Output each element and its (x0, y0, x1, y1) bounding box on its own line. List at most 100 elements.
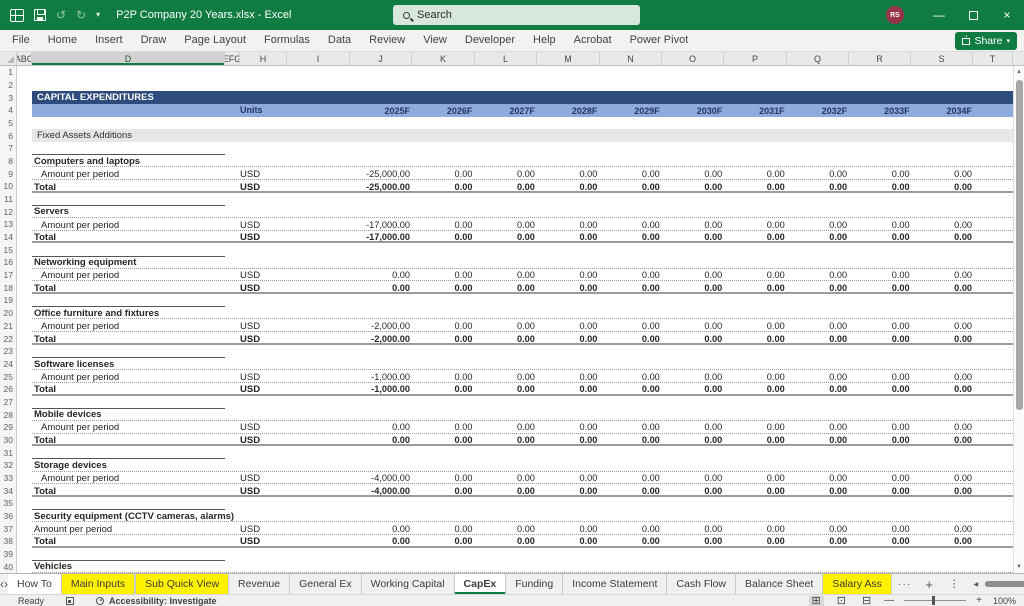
page-layout-view-icon[interactable]: ⊡ (834, 595, 849, 606)
value-cell[interactable]: -4,000.00 (350, 486, 410, 496)
value-cell[interactable]: 0.00 (600, 422, 660, 432)
value-cell[interactable]: 0.00 (600, 536, 660, 546)
value-cell[interactable]: 0.00 (912, 334, 972, 344)
sheet-tab-income-statement[interactable]: Income Statement (563, 574, 668, 594)
vertical-scroll-thumb[interactable] (1015, 80, 1023, 410)
value-cell[interactable]: 0.00 (912, 232, 972, 242)
value-cell[interactable]: 0.00 (412, 232, 473, 242)
total-row[interactable]: Total USD -4,000.00 0.00 0.00 0.00 0.00 0.00 0.0… (32, 484, 1013, 497)
value-cell[interactable]: 0.00 (725, 283, 785, 293)
value-cell[interactable]: 0.00 (662, 321, 722, 331)
value-cell[interactable]: 0.00 (912, 283, 972, 293)
year-header-2025f[interactable]: 2025F (350, 106, 410, 116)
sheet-tab-capex[interactable]: CapEx (454, 574, 507, 594)
kebab-icon[interactable]: ⋮ (941, 574, 968, 594)
value-cell[interactable]: 0.00 (475, 220, 535, 230)
year-header-banner[interactable]: Units 2025F 2026F 2027F 2028F 2029F 2030F 2031… (32, 104, 1013, 117)
amount-row[interactable]: Amount per period USD 0.00 0.00 0.00 0.00 0.00… (32, 421, 1013, 434)
scroll-up-icon[interactable]: ▲ (1014, 66, 1024, 78)
unit-cell[interactable]: USD (240, 384, 260, 395)
value-cell[interactable]: 0.00 (412, 435, 473, 445)
value-cell[interactable]: 0.00 (662, 182, 722, 192)
value-cell[interactable]: 0.00 (537, 321, 597, 331)
value-cell[interactable]: 0.00 (912, 220, 972, 230)
value-cell[interactable]: -17,000.00 (350, 232, 410, 242)
value-cell[interactable]: -17,000.00 (350, 220, 410, 230)
amount-row[interactable]: Amount per period USD -4,000.00 0.00 0.00 0.0… (32, 472, 1013, 485)
value-cell[interactable]: 0.00 (725, 422, 785, 432)
value-cell[interactable]: 0.00 (725, 473, 785, 483)
value-cell[interactable]: 0.00 (850, 182, 910, 192)
value-cell[interactable]: 0.00 (725, 169, 785, 179)
value-cell[interactable]: 0.00 (350, 524, 410, 534)
zoom-slider-thumb[interactable] (932, 596, 936, 605)
value-cell[interactable]: 0.00 (787, 334, 847, 344)
value-cell[interactable]: 0.00 (787, 283, 847, 293)
value-cell[interactable]: 0.00 (600, 321, 660, 331)
value-cell[interactable]: 0.00 (787, 473, 847, 483)
value-cell[interactable]: 0.00 (475, 473, 535, 483)
column-header-Q[interactable]: Q (787, 52, 849, 65)
value-cell[interactable]: 0.00 (475, 182, 535, 192)
unit-cell[interactable]: USD (240, 169, 260, 180)
value-cell[interactable]: 0.00 (350, 536, 410, 546)
page-break-view-icon[interactable]: ⊟ (859, 595, 874, 606)
sheet-tab-main-inputs[interactable]: Main Inputs (61, 574, 136, 594)
close-button[interactable]: × (990, 0, 1024, 30)
value-cell[interactable]: 0.00 (850, 334, 910, 344)
value-cell[interactable]: 0.00 (475, 536, 535, 546)
value-cell[interactable]: 0.00 (662, 169, 722, 179)
horizontal-scrollbar[interactable]: ◀ ▶ (974, 574, 1024, 594)
value-cell[interactable]: 0.00 (412, 182, 473, 192)
column-header-J[interactable]: J (350, 52, 412, 65)
value-cell[interactable]: 0.00 (725, 435, 785, 445)
amount-row[interactable]: Amount per period USD 0.00 0.00 0.00 0.00 0.00… (32, 522, 1013, 535)
value-cell[interactable]: 0.00 (850, 169, 910, 179)
value-cell[interactable]: 0.00 (475, 169, 535, 179)
value-cell[interactable]: 0.00 (662, 384, 722, 394)
select-all-corner[interactable] (0, 52, 17, 65)
normal-view-icon[interactable]: ⊞ (808, 595, 824, 606)
value-cell[interactable]: 0.00 (787, 182, 847, 192)
customize-toolbar-chevron-icon[interactable]: ▾ (96, 11, 100, 19)
column-header-R[interactable]: R (849, 52, 911, 65)
value-cell[interactable]: 0.00 (850, 524, 910, 534)
block-row-vehicles[interactable]: Vehicles (32, 560, 1013, 573)
value-cell[interactable]: 0.00 (537, 524, 597, 534)
value-cell[interactable]: 0.00 (787, 220, 847, 230)
ribbon-tab-acrobat[interactable]: Acrobat (565, 30, 621, 51)
value-cell[interactable]: 0.00 (912, 422, 972, 432)
total-row[interactable]: Total USD -1,000.00 0.00 0.00 0.00 0.00 0.00 0.0… (32, 383, 1013, 396)
value-cell[interactable]: 0.00 (412, 422, 473, 432)
value-cell[interactable]: 0.00 (600, 486, 660, 496)
value-cell[interactable]: 0.00 (725, 384, 785, 394)
value-cell[interactable]: 0.00 (662, 473, 722, 483)
value-cell[interactable]: 0.00 (537, 182, 597, 192)
section-banner[interactable]: Fixed Assets Additions (32, 129, 1013, 143)
value-cell[interactable]: 0.00 (475, 486, 535, 496)
year-header-2034f[interactable]: 2034F (912, 106, 973, 116)
column-header-L[interactable]: L (475, 52, 537, 65)
value-cell[interactable]: 0.00 (850, 435, 910, 445)
value-cell[interactable]: 0.00 (850, 270, 910, 280)
value-cell[interactable]: 0.00 (850, 372, 910, 382)
value-cell[interactable]: 0.00 (662, 232, 722, 242)
zoom-in-icon[interactable]: + (976, 595, 982, 606)
column-header-EFG[interactable]: EFG (225, 52, 240, 65)
value-cell[interactable]: 0.00 (912, 270, 972, 280)
value-cell[interactable]: 0.00 (787, 486, 847, 496)
value-cell[interactable]: 0.00 (412, 321, 473, 331)
value-cell[interactable]: 0.00 (600, 334, 660, 344)
value-cell[interactable]: 0.00 (850, 283, 910, 293)
amount-row[interactable]: Amount per period USD -2,000.00 0.00 0.00 0.0… (32, 320, 1013, 333)
sheet-canvas[interactable]: CAPITAL EXPENDITURES Units 2025F 2026F 202… (0, 66, 1013, 573)
year-header-2029f[interactable]: 2029F (600, 106, 660, 116)
save-icon[interactable] (34, 9, 46, 21)
value-cell[interactable]: 0.00 (725, 524, 785, 534)
search-box[interactable]: Search (393, 5, 640, 25)
unit-cell[interactable]: USD (240, 182, 260, 193)
year-header-2027f[interactable]: 2027F (475, 106, 535, 116)
value-cell[interactable]: 0.00 (350, 422, 410, 432)
value-cell[interactable]: 0.00 (725, 232, 785, 242)
value-cell[interactable]: 0.00 (662, 283, 722, 293)
